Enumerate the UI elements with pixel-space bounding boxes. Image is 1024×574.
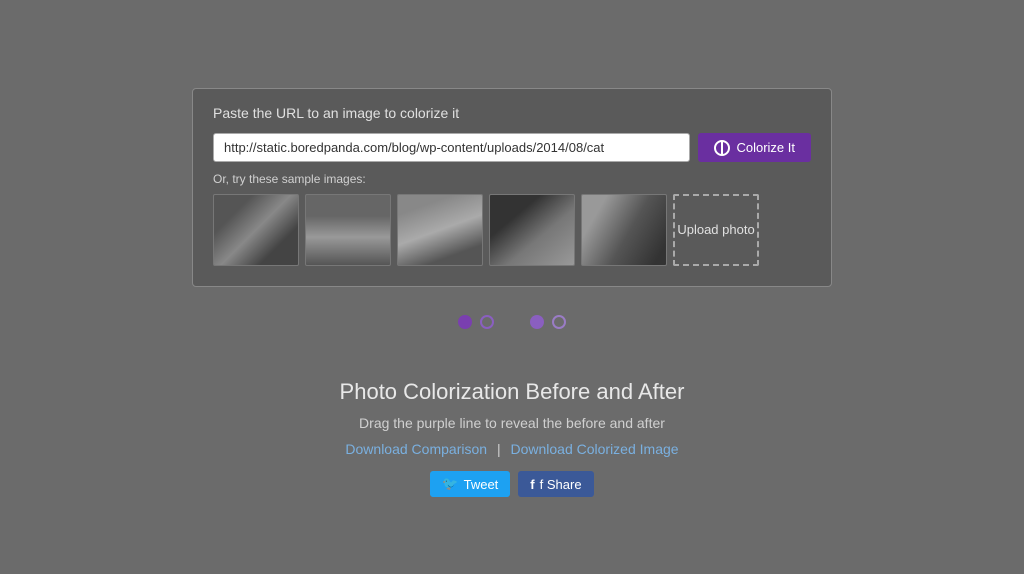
dots-row xyxy=(458,315,566,329)
upload-photo-box[interactable]: Upload photo xyxy=(673,194,759,266)
colorize-label: Colorize It xyxy=(736,140,795,155)
download-colorized-link[interactable]: Download Colorized Image xyxy=(510,441,678,457)
sample-thumb-3[interactable] xyxy=(397,194,483,266)
sample-thumb-1[interactable] xyxy=(213,194,299,266)
samples-row: Upload photo xyxy=(213,194,811,266)
colorize-button[interactable]: Colorize It xyxy=(698,133,811,162)
link-separator: | xyxy=(497,441,501,457)
sample-thumb-4[interactable] xyxy=(489,194,575,266)
sample-label: Or, try these sample images: xyxy=(213,172,811,186)
facebook-icon: f xyxy=(530,477,534,492)
download-comparison-link[interactable]: Download Comparison xyxy=(345,441,487,457)
colorize-card: Paste the URL to an image to colorize it… xyxy=(192,88,832,287)
dot-4 xyxy=(552,315,566,329)
upload-photo-label: Upload photo xyxy=(677,222,754,239)
tweet-button[interactable]: 🐦 Tweet xyxy=(430,471,510,497)
url-input[interactable] xyxy=(213,133,690,162)
dot-2 xyxy=(480,315,494,329)
url-row: Colorize It xyxy=(213,133,811,162)
fb-share-label: f Share xyxy=(540,477,582,492)
social-row: 🐦 Tweet f f Share xyxy=(340,471,685,497)
before-after-title: Photo Colorization Before and After xyxy=(340,379,685,405)
sample-thumb-5[interactable] xyxy=(581,194,667,266)
dot-3 xyxy=(530,315,544,329)
tweet-label: Tweet xyxy=(464,477,499,492)
sample-thumb-2[interactable] xyxy=(305,194,391,266)
card-title: Paste the URL to an image to colorize it xyxy=(213,105,811,121)
drag-instruction: Drag the purple line to reveal the befor… xyxy=(340,415,685,431)
bottom-section: Photo Colorization Before and After Drag… xyxy=(340,379,685,497)
dot-1 xyxy=(458,315,472,329)
twitter-icon: 🐦 xyxy=(442,476,458,492)
colorize-icon xyxy=(714,140,730,156)
download-links: Download Comparison | Download Colorized… xyxy=(340,441,685,457)
facebook-share-button[interactable]: f f Share xyxy=(518,471,593,497)
